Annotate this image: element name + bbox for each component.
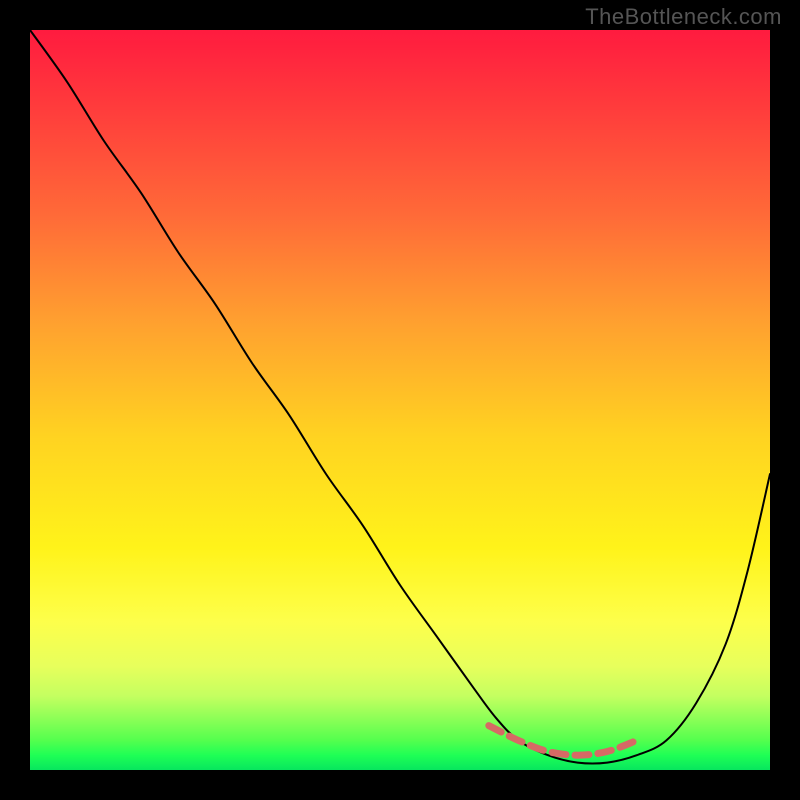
watermark-text: TheBottleneck.com (585, 4, 782, 30)
bottleneck-curve (30, 30, 770, 764)
plot-area (30, 30, 770, 770)
chart-overlay (30, 30, 770, 770)
optimal-band-marker (489, 726, 637, 756)
chart-frame: TheBottleneck.com (0, 0, 800, 800)
